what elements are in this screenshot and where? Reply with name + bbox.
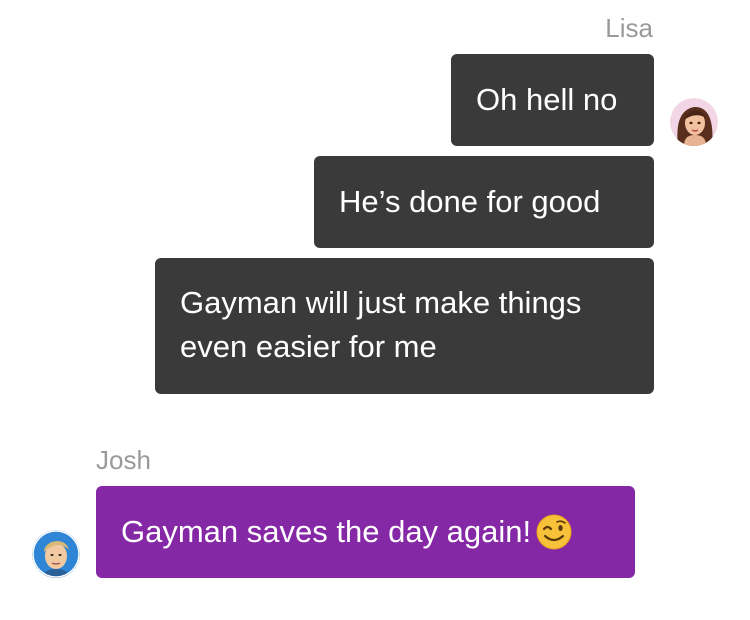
sender-name: Lisa	[605, 13, 653, 43]
man-avatar-icon[interactable]	[32, 530, 80, 578]
message-text-line: even easier for me	[180, 329, 437, 364]
message-bubble[interactable]: He’s done for good	[314, 156, 654, 248]
message-text: Gayman saves the day again!	[121, 514, 532, 549]
message-bubble[interactable]: Gayman will just make things even easier…	[155, 258, 654, 394]
winking-face-icon	[535, 513, 573, 551]
sender-name: Josh	[96, 445, 151, 475]
message-bubble[interactable]: Gayman saves the day again!	[96, 486, 635, 578]
message-text: Oh hell no	[476, 82, 618, 117]
message-bubble[interactable]: Oh hell no	[451, 54, 654, 146]
woman-avatar-icon[interactable]	[670, 98, 718, 146]
message-text: He’s done for good	[339, 184, 601, 219]
message-text-line: Gayman will just make things	[180, 285, 582, 320]
